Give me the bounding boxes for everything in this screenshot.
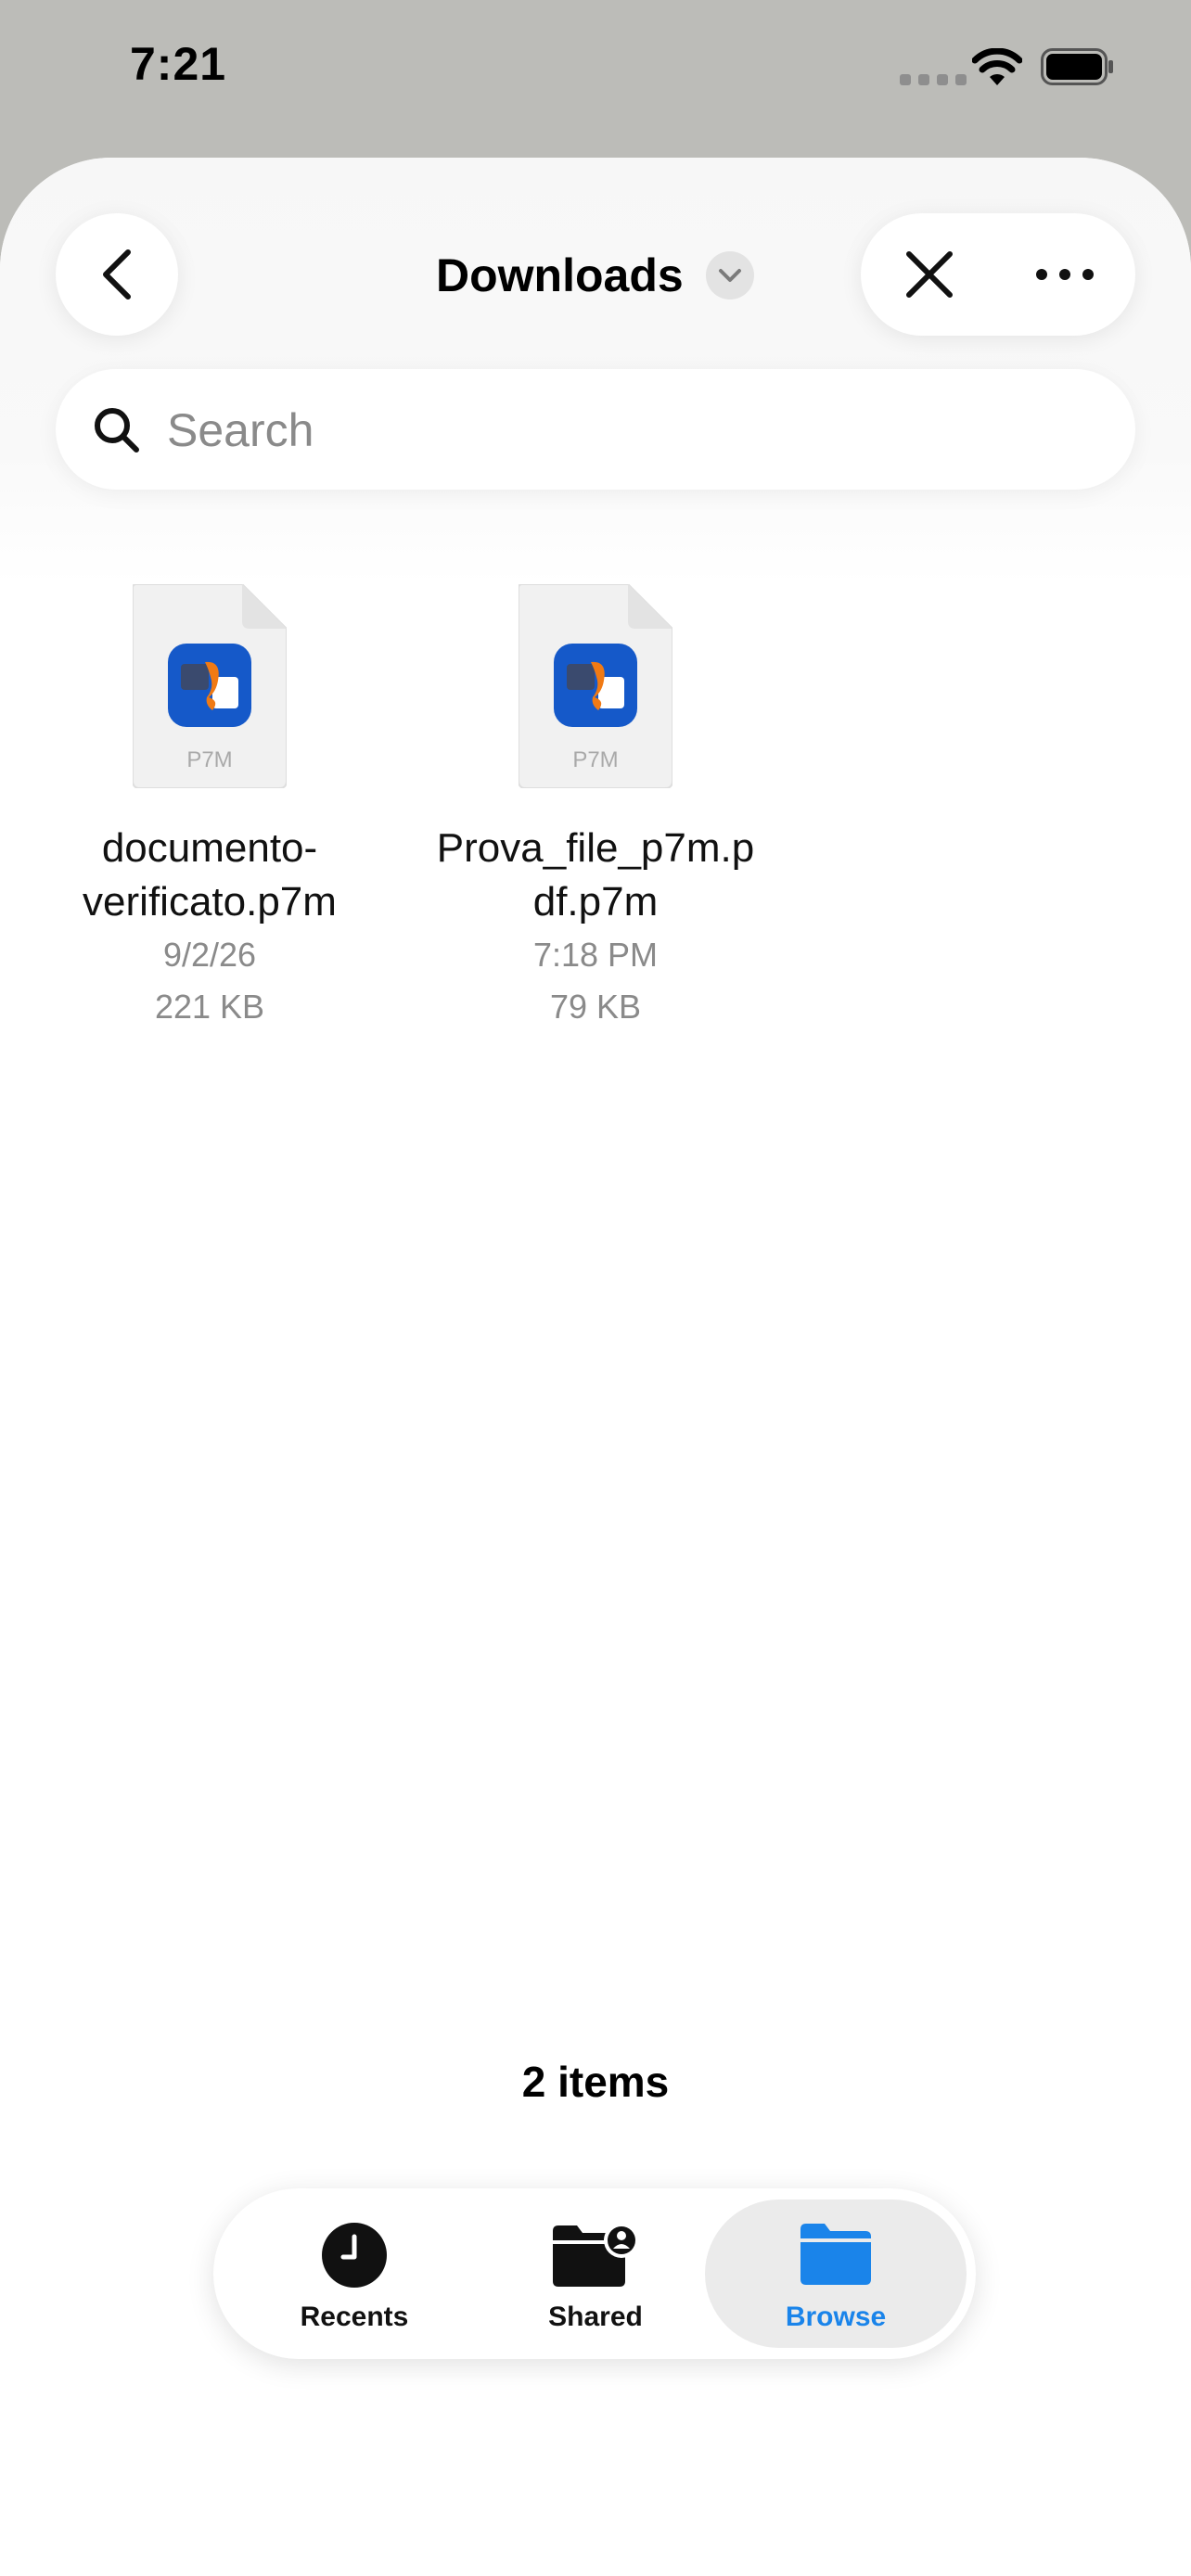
- tab-label: Shared: [548, 2302, 643, 2332]
- file-extension-label: P7M: [572, 747, 619, 772]
- search-icon: [95, 408, 139, 453]
- header-actions: [861, 213, 1135, 336]
- tab-label: Browse: [785, 2302, 887, 2332]
- close-icon: [906, 251, 953, 298]
- p7m-file-icon: P7M: [519, 584, 672, 788]
- items-count: 2 items: [521, 2058, 670, 2106]
- file-item[interactable]: P7M documento- verificato.p7m 9/2/26 221…: [43, 584, 377, 1033]
- clock-icon: [322, 2223, 387, 2288]
- file-size: 79 KB: [549, 988, 642, 1026]
- file-extension-label: P7M: [186, 747, 233, 772]
- file-name: Prova_file_p7m.p df.p7m: [436, 825, 755, 925]
- cellular-signal-icon: [900, 74, 967, 85]
- chevron-left-icon: [103, 249, 131, 300]
- tab-recents[interactable]: Recents: [234, 2188, 475, 2359]
- p7m-viewer-app-icon: [554, 644, 637, 727]
- status-time: 7:21: [130, 38, 227, 90]
- folder-icon: [800, 2224, 871, 2285]
- title-menu-toggle[interactable]: [705, 251, 754, 300]
- file-name: documento- verificato.p7m: [83, 825, 337, 925]
- status-bar: 7:21: [0, 0, 1191, 148]
- file-item[interactable]: P7M Prova_file_p7m.p df.p7m 7:18 PM 79 K…: [429, 584, 762, 1033]
- tab-label: Recents: [300, 2302, 409, 2332]
- p7m-viewer-app-icon: [168, 644, 251, 727]
- chevron-down-icon: [718, 269, 741, 282]
- battery-icon: [1041, 48, 1113, 85]
- wifi-icon: [972, 48, 1022, 85]
- more-button[interactable]: [1018, 234, 1111, 315]
- shared-folder-icon: [553, 2223, 639, 2287]
- back-button[interactable]: [56, 213, 178, 336]
- title-menu-button[interactable]: Downloads: [436, 243, 754, 308]
- page-title: Downloads: [436, 249, 684, 301]
- file-date: 7:18 PM: [532, 936, 659, 974]
- tab-browse[interactable]: Browse: [705, 2200, 967, 2348]
- tab-bar: Recents Shared Browse: [213, 2188, 976, 2359]
- search-input[interactable]: [165, 397, 1096, 464]
- ellipsis-icon: [1036, 269, 1094, 280]
- file-date: 9/2/26: [162, 936, 257, 974]
- search-bar[interactable]: [56, 369, 1135, 490]
- file-size: 221 KB: [154, 988, 265, 1026]
- p7m-file-icon: P7M: [133, 584, 287, 788]
- close-button[interactable]: [889, 234, 970, 315]
- tab-shared[interactable]: Shared: [475, 2188, 716, 2359]
